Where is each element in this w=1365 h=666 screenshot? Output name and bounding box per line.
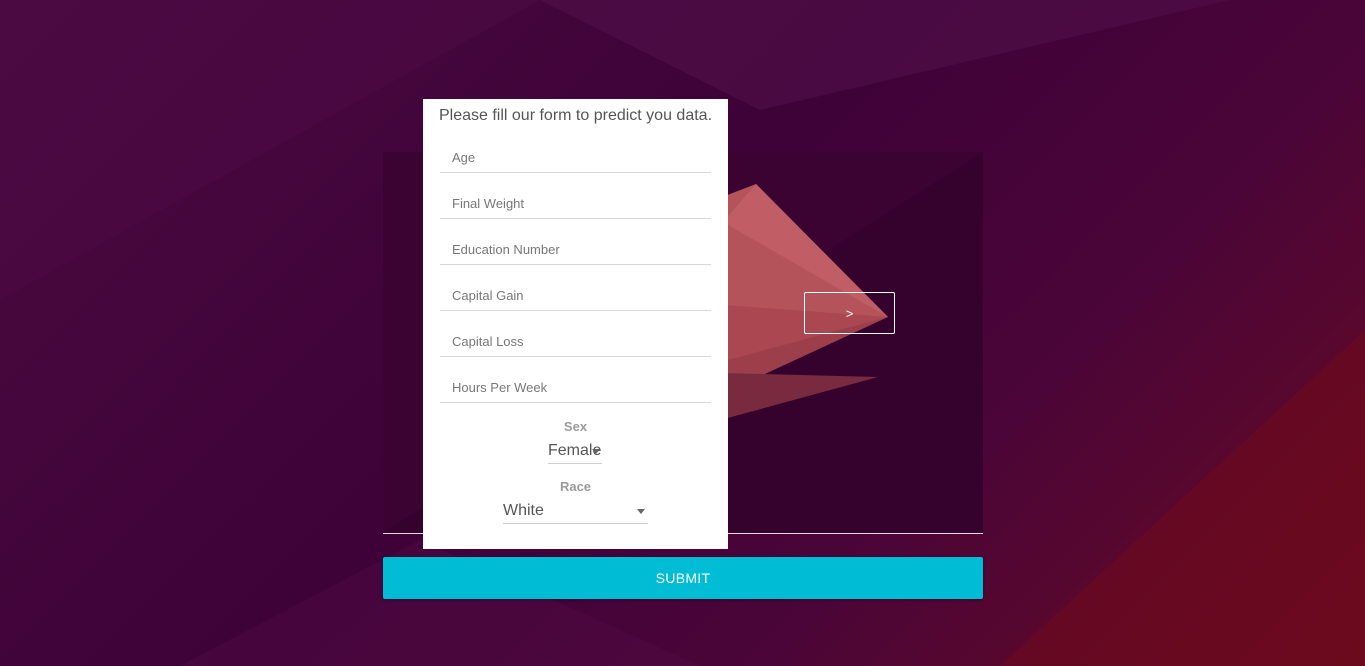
- sex-label: Sex: [563, 419, 588, 434]
- prediction-form: Please fill our form to predict you data…: [423, 99, 728, 549]
- education-number-input[interactable]: [440, 235, 711, 265]
- race-select-value: White: [503, 502, 544, 519]
- next-slide-button[interactable]: >: [804, 292, 895, 334]
- capital-gain-input[interactable]: [440, 281, 711, 311]
- capital-loss-input[interactable]: [440, 327, 711, 357]
- final-weight-input[interactable]: [440, 189, 711, 219]
- chevron-down-icon: [637, 509, 645, 514]
- age-input[interactable]: [440, 143, 711, 173]
- chevron-down-icon: [592, 449, 600, 454]
- submit-button[interactable]: SUBMIT: [383, 557, 983, 599]
- race-select[interactable]: White: [503, 500, 648, 524]
- hours-per-week-input[interactable]: [440, 373, 711, 403]
- sex-select[interactable]: Female: [548, 440, 602, 464]
- form-title: Please fill our form to predict you data…: [438, 107, 713, 124]
- race-label: Race: [559, 479, 592, 494]
